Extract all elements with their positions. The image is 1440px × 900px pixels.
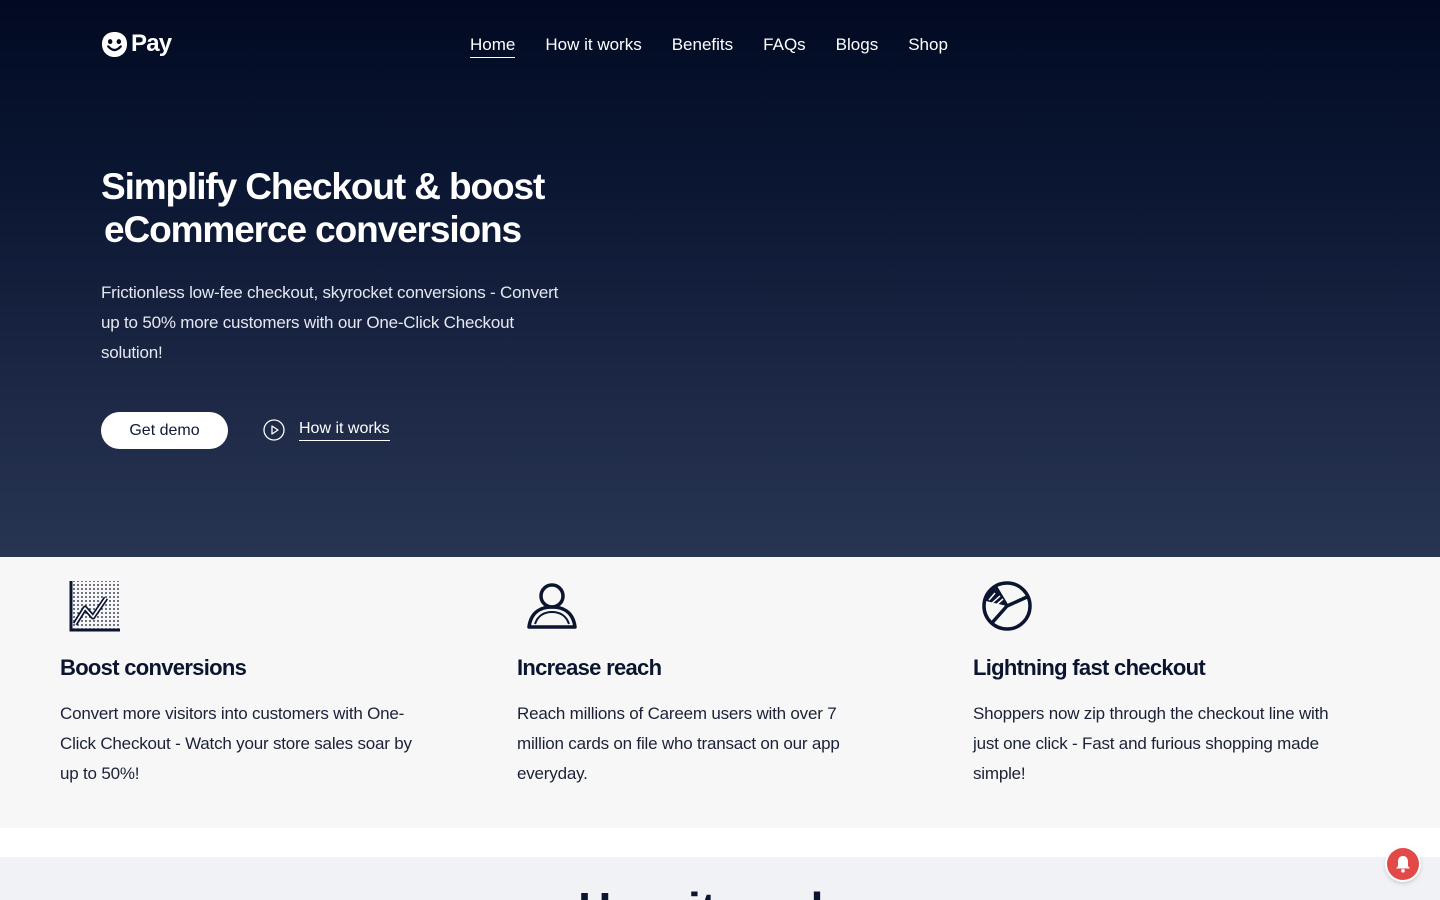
hero-title-line-2: eCommerce conversions (104, 209, 522, 250)
feature-text: Reach millions of Careem users with over… (517, 704, 840, 783)
nav-shop[interactable]: Shop (908, 34, 948, 58)
brand-name: Pay (131, 30, 172, 57)
feature-text: Shoppers now zip through the checkout li… (973, 704, 1329, 783)
features-section: Boost conversions Convert more visitors … (0, 557, 1440, 828)
pie-chart-icon (982, 581, 1032, 631)
how-it-works-section: How it works (0, 857, 1440, 900)
nav-faqs[interactable]: FAQs (763, 34, 806, 58)
how-it-works-link[interactable]: How it works (263, 418, 390, 441)
get-demo-button[interactable]: Get demo (101, 412, 228, 449)
section-title: How it works (0, 883, 1440, 900)
feature-text: Convert more visitors into customers wit… (60, 704, 412, 783)
feature-title: Increase reach (517, 655, 662, 680)
play-circle-icon (263, 418, 285, 441)
nav-how-it-works[interactable]: How it works (545, 34, 641, 58)
feature-title: Boost conversions (60, 655, 247, 680)
hero-subtitle: Frictionless low-fee checkout, skyrocket… (101, 283, 559, 362)
hero-title: Simplify Checkout & boost eCommerce conv… (101, 165, 621, 251)
main-nav: Home How it works Benefits FAQs Blogs Sh… (470, 34, 948, 58)
hero-title-line-1: Simplify Checkout & boost (101, 166, 545, 207)
user-icon (527, 583, 577, 629)
bell-icon (1396, 856, 1410, 873)
logo[interactable]: Pay (101, 30, 172, 58)
smiley-face-icon (101, 31, 128, 57)
nav-blogs[interactable]: Blogs (836, 34, 879, 58)
how-it-works-label: How it works (299, 418, 390, 441)
notification-button[interactable] (1387, 848, 1419, 880)
line-chart-icon (69, 581, 120, 632)
feature-title: Lightning fast checkout (973, 655, 1206, 680)
hero-section: Pay Home How it works Benefits FAQs Blog… (0, 0, 1440, 557)
nav-home[interactable]: Home (470, 34, 516, 58)
nav-benefits[interactable]: Benefits (672, 34, 733, 58)
